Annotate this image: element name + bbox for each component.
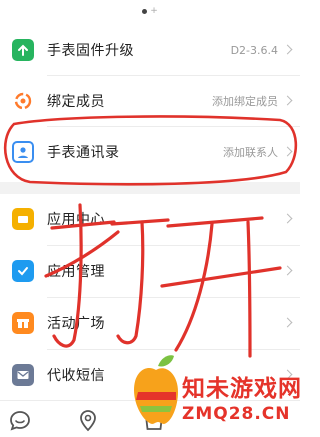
add-contact-action: 添加联系人 — [223, 146, 278, 159]
app-center-label: 应用中心 — [47, 212, 105, 228]
settings-group-1: 手表固件升级 D2-3.6.4 绑定成员 添加绑定成员 手表通讯录 添加联系人 — [0, 25, 300, 182]
firmware-version: D2-3.6.4 — [230, 43, 278, 57]
page-indicator: + — [0, 4, 300, 18]
folder-icon — [12, 208, 34, 230]
activity-plaza-label: 活动广场 — [47, 316, 105, 332]
watermark-url: ZMQ28.CN — [182, 404, 291, 424]
mail-icon — [12, 364, 34, 386]
watch-contacts-label: 手表通讯录 — [47, 145, 120, 161]
chevron-right-icon — [282, 44, 293, 55]
members-icon — [12, 90, 34, 112]
location-icon[interactable] — [76, 409, 100, 433]
app-management-label: 应用管理 — [47, 264, 105, 280]
contact-card-icon — [12, 141, 34, 163]
gift-icon — [12, 312, 34, 334]
activity-plaza-row[interactable]: 活动广场 — [0, 298, 300, 348]
chevron-right-icon — [282, 317, 293, 328]
chevron-right-icon — [282, 146, 293, 157]
watermark-title: 知未游戏网 — [182, 376, 302, 402]
firmware-upgrade-label: 手表固件升级 — [47, 43, 134, 59]
check-box-icon — [12, 260, 34, 282]
page-add-icon: + — [150, 5, 158, 16]
chat-icon[interactable] — [8, 409, 32, 433]
app-center-row[interactable]: 应用中心 — [0, 194, 300, 244]
chevron-right-icon — [282, 213, 293, 224]
watch-contacts-row[interactable]: 手表通讯录 添加联系人 — [0, 127, 300, 177]
section-gap — [0, 182, 300, 194]
chevron-right-icon — [282, 95, 293, 106]
apple-logo-icon — [134, 355, 178, 424]
app-management-row[interactable]: 应用管理 — [0, 246, 300, 296]
bind-members-row[interactable]: 绑定成员 添加绑定成员 — [0, 76, 300, 126]
site-watermark: 知未游戏网 ZMQ28.CN — [132, 346, 302, 437]
bind-members-action: 添加绑定成员 — [212, 95, 278, 108]
firmware-upgrade-row[interactable]: 手表固件升级 D2-3.6.4 — [0, 25, 300, 75]
page-dot-active — [142, 8, 148, 14]
chevron-right-icon — [282, 265, 293, 276]
upload-arrow-icon — [12, 39, 34, 61]
proxy-sms-label: 代收短信 — [47, 368, 105, 384]
bind-members-label: 绑定成员 — [47, 94, 105, 110]
